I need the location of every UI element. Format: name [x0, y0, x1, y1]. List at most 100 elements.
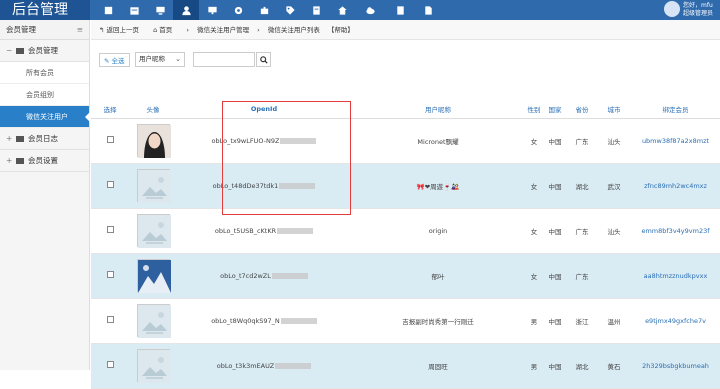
country-cell: 中国 — [543, 163, 567, 209]
city-cell: 温州 — [597, 298, 631, 344]
gear-icon[interactable] — [225, 0, 251, 20]
openid-text: obLo_t5USB_cKtKR — [214, 226, 277, 235]
puzzle-icon[interactable] — [251, 0, 277, 20]
select-all-button[interactable]: ✎ 全选 — [99, 53, 130, 67]
clipboard-icon[interactable] — [303, 0, 329, 20]
country-cell: 中国 — [543, 253, 567, 299]
sidebar-group-members[interactable]: − 会员管理 — [0, 40, 89, 62]
openid-cell: obLo_t5USB_cKtKR — [177, 208, 351, 254]
table-row[interactable]: obLo_t7cd2wZL 郁叶女中国 广东 aa8htmzznudkpvxx — [91, 253, 720, 299]
sidebar-group-label: 会员管理 — [28, 46, 58, 55]
province-cell: 广东 — [567, 118, 597, 164]
redaction-blur — [280, 317, 317, 324]
sidebar-header: 会员管理 ≡ — [0, 20, 89, 40]
clipboard-icon[interactable] — [387, 0, 413, 20]
chevron-down-icon: ⌄ — [175, 55, 181, 63]
member-link[interactable]: e9tjmx49gxfche7v — [631, 298, 720, 344]
avatar-cell — [129, 298, 177, 344]
avatar-thumbnail — [136, 124, 171, 158]
country-cell: 中国 — [543, 208, 567, 254]
col-nickname[interactable]: 用户昵称 — [351, 100, 525, 119]
gender-cell: 女 — [525, 118, 543, 164]
app-title[interactable]: 后台管理 — [0, 0, 90, 20]
user-icon[interactable] — [173, 0, 199, 20]
openid-text: obLo_t8Wq0qkS97_N — [211, 316, 280, 325]
province-cell: 湖北 — [567, 163, 597, 209]
calendar-icon[interactable] — [121, 0, 147, 20]
row-checkbox[interactable] — [106, 226, 114, 233]
folder-icon — [16, 48, 24, 54]
document-icon[interactable] — [415, 0, 441, 20]
openid-text: obLo_t48dDe37tdk1 — [212, 181, 279, 190]
help-link[interactable]: 【帮助】 — [328, 26, 354, 34]
openid-text: obLo_t7cd2wZL — [220, 271, 271, 280]
sidebar: 会员管理 ≡ − 会员管理 所有会员 会员组别 微信关注用户 + 会员日志 + 会员设置 — [0, 20, 90, 370]
expand-icon: + — [6, 156, 13, 165]
member-link[interactable]: ubmw38f87a2x8mzt — [631, 118, 720, 164]
sidebar-item-wechat-followers[interactable]: 微信关注用户 — [0, 106, 90, 128]
gender-cell: 女 — [525, 208, 543, 254]
table-row[interactable]: obLo_t5USB_cKtKR origin 女中国 广东 汕头 emm8bf3v4y9… — [91, 208, 720, 254]
expand-icon: + — [6, 134, 13, 143]
table-row[interactable]: obLo_tx9wLFUO-N9Z Micronet飘耀女中国 广东 汕头 ubmw38… — [91, 118, 720, 164]
row-checkbox[interactable] — [106, 316, 114, 323]
home-link[interactable]: ⌂ 首页 — [153, 26, 178, 34]
row-checkbox[interactable] — [106, 181, 114, 188]
gender-cell: 女 — [525, 163, 543, 209]
back-link[interactable]: ↰ 返回上一页 — [99, 26, 145, 34]
collapse-toggle-icon[interactable]: ≡ — [77, 20, 83, 40]
country-cell: 中国 — [543, 118, 567, 164]
monitor-icon[interactable] — [199, 0, 225, 20]
avatar-cell — [129, 253, 177, 299]
check-icon: ✎ — [104, 57, 112, 65]
member-link[interactable]: zfnc89mh2wc4mxz — [631, 163, 720, 209]
table-row[interactable]: obLo_t48dDe37tdk1 🎀❤周遊🍷🎎 女中国 湖北 武汉 zfnc89mh2w… — [91, 163, 720, 209]
sidebar-item-member-groups[interactable]: 会员组别 — [0, 84, 89, 106]
sidebar-group-member-settings[interactable]: + 会员设置 — [0, 150, 89, 172]
home-icon[interactable] — [95, 0, 121, 20]
province-cell: 广东 — [567, 253, 597, 299]
redaction-blur — [277, 227, 314, 234]
member-link[interactable]: 2h329bsbgkbumeah — [631, 343, 720, 389]
row-select-cell — [91, 118, 129, 164]
col-member[interactable]: 绑定会员 — [631, 100, 720, 119]
member-link[interactable]: aa8htmzznudkpvxx — [631, 253, 720, 299]
member-link[interactable]: emm8bf3v4y9vm23f — [631, 208, 720, 254]
nickname-cell: 吉报副时尚秀第一行刚迁 — [351, 298, 525, 344]
row-checkbox[interactable] — [106, 361, 114, 368]
breadcrumb-sep: › — [257, 26, 260, 34]
nickname-cell: Micronet飘耀 — [351, 118, 525, 164]
sidebar-header-label: 会员管理 — [6, 25, 36, 34]
col-province[interactable]: 省份 — [567, 100, 597, 119]
sidebar-group-member-log[interactable]: + 会员日志 — [0, 128, 89, 150]
section-link[interactable]: 微信关注用户管理 — [197, 26, 249, 34]
row-select-cell — [91, 253, 129, 299]
search-button[interactable] — [256, 52, 271, 67]
country-cell: 中国 — [543, 298, 567, 344]
avatar[interactable] — [664, 1, 680, 17]
collapse-icon: − — [6, 46, 13, 55]
table-row[interactable]: obLo_t8Wq0qkS97_N 吉报副时尚秀第一行刚迁男中国 浙江 温州 e9tjm… — [91, 298, 720, 344]
filter-field-select[interactable]: 用户昵称 ⌄ — [135, 52, 185, 67]
table-row[interactable]: obLo_t3k3mEAUZ 周固旺男中国 湖北 黄石 2h329bsbgkbumeah — [91, 343, 720, 389]
cloud-upload-icon[interactable] — [357, 0, 383, 20]
user-info[interactable]: 您好，mfu 超级管理员 — [683, 2, 713, 18]
row-checkbox[interactable] — [106, 271, 114, 278]
col-openid[interactable]: OpenId — [177, 100, 351, 119]
openid-cell: obLo_t3k3mEAUZ — [177, 343, 351, 389]
tag-icon[interactable] — [277, 0, 303, 20]
page-title: 微信关注用户列表 — [267, 26, 320, 34]
row-checkbox[interactable] — [106, 136, 114, 143]
house-icon[interactable] — [329, 0, 355, 20]
user-greeting: 您好，mfu — [683, 2, 713, 9]
col-city[interactable]: 城市 — [597, 100, 631, 119]
breadcrumb: ↰ 返回上一页 ⌂ 首页 › 微信关注用户管理 › 微信关注用户列表 【帮助】 — [91, 20, 720, 40]
col-gender[interactable]: 性别 — [525, 100, 543, 119]
sidebar-item-all-members[interactable]: 所有会员 — [0, 62, 89, 84]
user-role: 超级管理员 — [683, 10, 714, 17]
province-cell: 湖北 — [567, 343, 597, 389]
col-country[interactable]: 国家 — [543, 100, 567, 119]
search-input[interactable] — [193, 52, 255, 67]
gender-cell: 男 — [525, 343, 543, 389]
monitor-icon[interactable] — [147, 0, 173, 20]
